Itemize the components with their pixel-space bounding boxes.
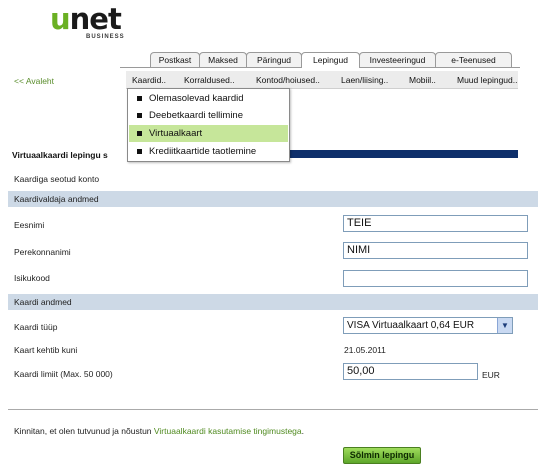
bullet-icon (137, 113, 142, 118)
bullet-icon (137, 149, 142, 154)
subnav-mobiil[interactable]: Mobiil.. (409, 75, 436, 85)
valid-until-value: 21.05.2011 (344, 345, 386, 355)
tab-paringud[interactable]: Päringud (246, 52, 302, 67)
menu-item-debit-card[interactable]: Deebetkaardi tellimine (129, 107, 288, 124)
card-section-title: Kaardi andmed (14, 297, 72, 307)
first-name-label: Eesnimi (14, 220, 45, 230)
bullet-icon (137, 131, 142, 136)
card-limit-unit: EUR (482, 370, 500, 380)
menu-item-existing-cards[interactable]: Olemasolevad kaardid (129, 90, 288, 107)
holder-section-header: Kaardivaldaja andmed (8, 191, 538, 207)
menu-item-virtual-card[interactable]: Virtuaalkaart (129, 125, 288, 142)
holder-section-title: Kaardivaldaja andmed (14, 194, 99, 204)
menu-item-label: Virtuaalkaart (149, 128, 203, 139)
valid-until-label: Kaart kehtib kuni (14, 345, 78, 355)
bullet-icon (137, 96, 142, 101)
submit-contract-button[interactable]: Sõlmin lepingu (343, 447, 421, 464)
card-section-header: Kaardi andmed (8, 294, 538, 310)
subnav-laen[interactable]: Laen/liising.. (341, 75, 388, 85)
personal-code-input[interactable] (343, 270, 528, 287)
terms-suffix: . (301, 426, 305, 436)
last-name-input[interactable]: NIMI (343, 242, 528, 259)
card-limit-input[interactable]: 50,00 (343, 363, 478, 380)
terms-link[interactable]: Virtuaalkaardi kasutamise tingimustega (154, 426, 302, 436)
first-name-input[interactable]: TEIE (343, 215, 528, 232)
linked-account-label: Kaardiga seotud konto (14, 174, 100, 184)
subnav-kaardid[interactable]: Kaardid.. (132, 75, 166, 85)
card-type-value: VISA Virtuaalkaart 0,64 EUR (347, 320, 475, 331)
card-type-select[interactable]: VISA Virtuaalkaart 0,64 EUR ▼ (343, 317, 513, 334)
card-type-label: Kaardi tüüp (14, 322, 58, 332)
subnav-muud[interactable]: Muud lepingud.. (457, 75, 518, 85)
menu-item-credit-card[interactable]: Krediitkaartide taotlemine (129, 143, 288, 160)
tab-postkast[interactable]: Postkast (150, 52, 200, 67)
menu-item-label: Deebetkaardi tellimine (149, 110, 243, 121)
terms-confirmation: Kinnitan, et olen tutvunud ja nõustun Vi… (14, 426, 304, 436)
tab-investeeringud[interactable]: Investeeringud (359, 52, 436, 67)
section-title-bar (290, 150, 518, 158)
terms-prefix: Kinnitan, et olen tutvunud ja nõustun (14, 426, 152, 436)
cards-dropdown-menu: Olemasolevad kaardid Deebetkaardi tellim… (127, 88, 290, 162)
logo-net: net (69, 2, 122, 36)
form-divider (8, 409, 538, 410)
menu-item-label: Olemasolevad kaardid (149, 93, 244, 104)
logo-subtitle: BUSINESS (86, 34, 125, 40)
subnav-kontod[interactable]: Kontod/hoiused.. (256, 75, 320, 85)
card-limit-label: Kaardi limiit (Max. 50 000) (14, 369, 113, 379)
personal-code-label: Isikukood (14, 273, 50, 283)
tab-lepingud[interactable]: Lepingud (301, 52, 360, 68)
menu-item-label: Krediitkaartide taotlemine (149, 146, 257, 157)
tab-e-teenused[interactable]: e-Teenused (435, 52, 512, 67)
subnav-korraldused[interactable]: Korraldused.. (184, 75, 235, 85)
unet-logo: unet (50, 2, 122, 36)
last-name-label: Perekonnanimi (14, 247, 71, 257)
page-title: Virtuaalkaardi lepingu s (12, 150, 108, 160)
home-link[interactable]: << Avaleht (14, 76, 54, 86)
chevron-down-icon[interactable]: ▼ (497, 318, 512, 333)
logo-u: u (50, 2, 71, 36)
subnav-bar: Kaardid.. Korraldused.. Kontod/hoiused..… (126, 71, 518, 89)
tab-maksed[interactable]: Maksed (199, 52, 247, 67)
